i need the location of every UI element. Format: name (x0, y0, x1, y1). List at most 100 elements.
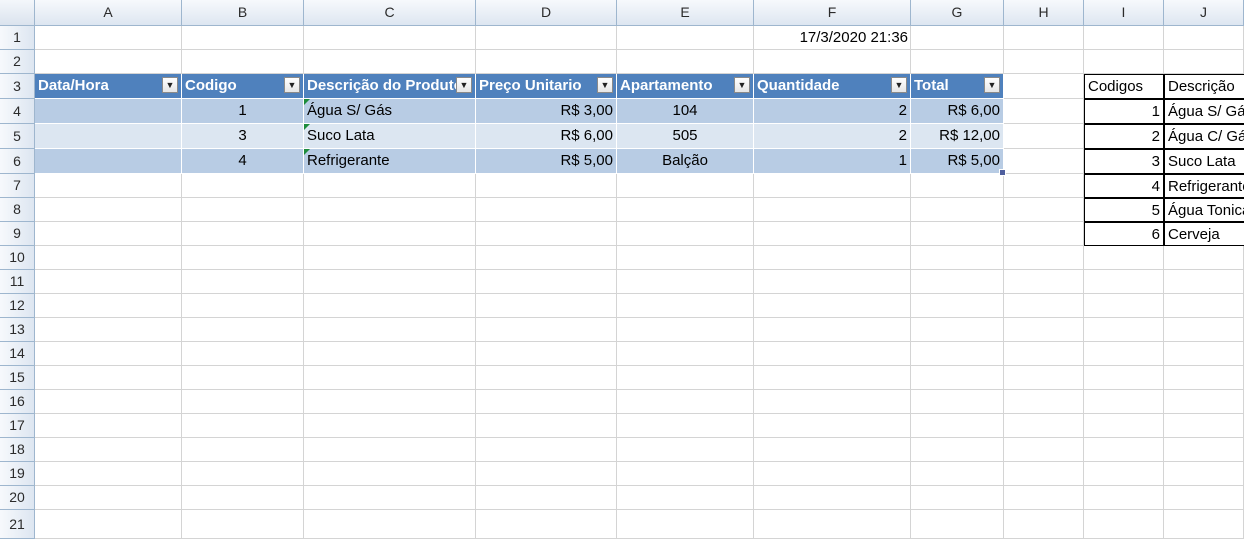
row-header-17[interactable]: 17 (0, 414, 35, 438)
grid-cell[interactable] (35, 414, 182, 438)
grid-cell[interactable] (1004, 366, 1084, 390)
table-cell-codigo[interactable]: 4 (182, 149, 304, 174)
grid-cell[interactable] (304, 26, 476, 50)
grid-cell[interactable] (754, 510, 911, 539)
grid-cell[interactable] (1004, 318, 1084, 342)
grid-cell[interactable] (911, 246, 1004, 270)
grid-cell[interactable] (754, 342, 911, 366)
grid-cell[interactable] (1004, 50, 1084, 74)
grid-cell[interactable] (1164, 486, 1244, 510)
grid-cell[interactable] (617, 390, 754, 414)
grid-cell[interactable] (476, 318, 617, 342)
table-cell-apartamento[interactable]: 104 (617, 99, 754, 124)
grid-cell[interactable] (1164, 26, 1244, 50)
grid-cell[interactable] (35, 318, 182, 342)
grid-cell[interactable] (304, 414, 476, 438)
grid-cell[interactable] (304, 318, 476, 342)
grid-cell[interactable] (182, 294, 304, 318)
grid-cell[interactable] (476, 438, 617, 462)
grid-cell[interactable] (617, 438, 754, 462)
grid-cell[interactable] (1084, 510, 1164, 539)
grid-cell[interactable] (617, 414, 754, 438)
grid-cell[interactable] (476, 510, 617, 539)
grid-cell[interactable] (911, 486, 1004, 510)
lookup-cell-descricao[interactable]: Água Tonica (1164, 198, 1244, 222)
grid-cell[interactable] (617, 198, 754, 222)
grid-cell[interactable] (182, 318, 304, 342)
table-header-3[interactable]: Preço Unitario ▼ (476, 74, 617, 99)
grid-cell[interactable] (1004, 246, 1084, 270)
table-cell-codigo[interactable]: 1 (182, 99, 304, 124)
table-header-6[interactable]: Total ▼ (911, 74, 1004, 99)
grid-cell[interactable] (35, 246, 182, 270)
grid-cell[interactable] (1084, 50, 1164, 74)
grid-cell[interactable] (754, 318, 911, 342)
grid-cell[interactable] (476, 366, 617, 390)
grid-cell[interactable] (476, 342, 617, 366)
grid-cell[interactable] (35, 438, 182, 462)
row-header-3[interactable]: 3 (0, 74, 35, 99)
grid-cell[interactable] (304, 174, 476, 198)
table-cell-descricao[interactable]: Água S/ Gás (304, 99, 476, 124)
grid-cell[interactable] (304, 222, 476, 246)
grid-cell[interactable] (1004, 26, 1084, 50)
grid-cell[interactable] (754, 294, 911, 318)
grid-cell[interactable] (182, 510, 304, 539)
grid-cell[interactable] (1164, 438, 1244, 462)
select-all-corner[interactable] (0, 0, 35, 26)
grid-cell[interactable] (35, 50, 182, 74)
grid-cell[interactable] (1004, 342, 1084, 366)
grid-cell[interactable] (1004, 198, 1084, 222)
grid-cell[interactable] (1164, 342, 1244, 366)
grid-cell[interactable] (182, 222, 304, 246)
grid-cell[interactable] (1084, 26, 1164, 50)
table-header-0[interactable]: Data/Hora ▼ (35, 74, 182, 99)
row-header-14[interactable]: 14 (0, 342, 35, 366)
table-cell-preco[interactable]: R$ 3,00 (476, 99, 617, 124)
grid-cell[interactable] (1084, 486, 1164, 510)
grid-cell[interactable] (617, 342, 754, 366)
table-cell-descricao[interactable]: Suco Lata (304, 124, 476, 149)
column-header-d[interactable]: D (476, 0, 617, 26)
grid-cell[interactable] (1084, 414, 1164, 438)
grid-cell[interactable] (911, 318, 1004, 342)
grid-cell[interactable] (911, 294, 1004, 318)
grid-cell[interactable] (35, 294, 182, 318)
table-cell-quantidade[interactable]: 2 (754, 124, 911, 149)
grid-cell[interactable] (1004, 174, 1084, 198)
grid-cell[interactable] (476, 270, 617, 294)
grid-cell[interactable] (1084, 270, 1164, 294)
row-header-5[interactable]: 5 (0, 124, 35, 149)
column-header-j[interactable]: J (1164, 0, 1244, 26)
column-header-e[interactable]: E (617, 0, 754, 26)
grid-cell[interactable] (911, 174, 1004, 198)
grid-cell[interactable] (911, 342, 1004, 366)
table-resize-handle[interactable] (999, 169, 1006, 176)
grid-cell[interactable] (304, 294, 476, 318)
grid-cell[interactable] (182, 198, 304, 222)
grid-cell[interactable] (754, 270, 911, 294)
table-cell-data_hora[interactable] (35, 149, 182, 174)
grid-cell[interactable] (1164, 390, 1244, 414)
grid-cell[interactable] (35, 462, 182, 486)
grid-cell[interactable] (617, 510, 754, 539)
lookup-cell-codigo[interactable]: 2 (1084, 124, 1164, 149)
table-header-1[interactable]: Codigo ▼ (182, 74, 304, 99)
grid-cell[interactable] (911, 462, 1004, 486)
grid-cell[interactable] (617, 366, 754, 390)
grid-cell[interactable] (754, 390, 911, 414)
grid-cell[interactable] (1004, 294, 1084, 318)
grid-cell[interactable] (1084, 438, 1164, 462)
lookup-cell-codigo[interactable]: 3 (1084, 149, 1164, 174)
grid-cell[interactable] (476, 462, 617, 486)
grid-cell[interactable] (1004, 270, 1084, 294)
grid-cell[interactable] (617, 270, 754, 294)
grid-cell[interactable] (476, 198, 617, 222)
grid-cell[interactable] (182, 366, 304, 390)
grid-cell[interactable] (1004, 390, 1084, 414)
timestamp-cell[interactable]: 17/3/2020 21:36 (754, 26, 911, 50)
row-header-19[interactable]: 19 (0, 462, 35, 486)
column-header-b[interactable]: B (182, 0, 304, 26)
grid-cell[interactable] (1004, 99, 1084, 124)
grid-cell[interactable] (182, 438, 304, 462)
